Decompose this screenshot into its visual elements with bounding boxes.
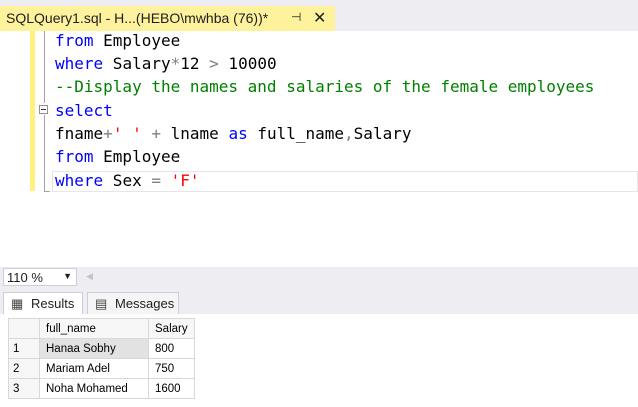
code-line[interactable]: --Display the names and salaries of the …: [55, 75, 594, 98]
code-token: ,: [344, 124, 354, 143]
row-number[interactable]: 1: [8, 338, 40, 359]
code-line[interactable]: fname+' ' + lname as full_name,Salary: [55, 122, 411, 145]
tab-results[interactable]: ▦ Results: [3, 292, 83, 314]
code-token: select: [55, 101, 113, 120]
row-number[interactable]: 2: [8, 358, 40, 379]
code-token: where: [55, 171, 104, 190]
cell-full-name[interactable]: Mariam Adel: [39, 358, 149, 379]
code-token: where: [55, 54, 104, 73]
code-token: --Display the names and salaries of the …: [55, 77, 595, 96]
editor-status-bar: 110 % ▼ ◀: [0, 267, 638, 287]
code-token: Employee: [93, 147, 181, 166]
zoom-dropdown[interactable]: 110 % ▼: [3, 268, 77, 286]
scroll-left-icon[interactable]: ◀: [86, 271, 93, 282]
cell-full-name[interactable]: Hanaa Sobhy: [39, 338, 149, 359]
messages-icon: ▤: [95, 296, 108, 311]
row-number[interactable]: 3: [8, 378, 40, 399]
column-header-salary[interactable]: Salary: [148, 318, 195, 339]
outline-guide: [44, 31, 45, 103]
sql-editor[interactable]: from Employee where Salary*12 > 10000 --…: [0, 31, 638, 267]
code-token: *: [170, 54, 181, 73]
results-grid-area: full_name Salary 1 Hanaa Sobhy 800 2 Mar…: [0, 314, 638, 407]
code-token: Employee: [93, 31, 181, 50]
tab-messages-label: Messages: [115, 296, 175, 311]
change-tracking-bar: [30, 31, 35, 191]
code-token: Sex: [103, 171, 152, 190]
row-header-corner[interactable]: [8, 318, 40, 339]
code-line[interactable]: select: [55, 99, 113, 122]
results-grid: full_name Salary 1 Hanaa Sobhy 800 2 Mar…: [8, 318, 195, 399]
chevron-down-icon: ▼: [63, 271, 72, 281]
cell-salary[interactable]: 750: [148, 358, 195, 379]
code-token: ' ': [112, 124, 142, 143]
table-row: 2 Mariam Adel 750: [8, 358, 195, 379]
code-token: =: [151, 171, 161, 190]
code-line[interactable]: where Sex = 'F': [55, 169, 200, 192]
tab-messages[interactable]: ▤ Messages: [87, 292, 179, 314]
grid-header-row: full_name Salary: [8, 318, 195, 339]
code-token: full_name: [247, 124, 345, 143]
code-token: fname: [55, 124, 104, 143]
zoom-value: 110 %: [7, 270, 43, 285]
code-token: +: [151, 124, 161, 143]
pin-icon[interactable]: ⊣: [291, 10, 301, 24]
outline-guide: [44, 115, 45, 191]
code-token: 10000: [218, 54, 277, 73]
selection-margin[interactable]: [0, 31, 30, 267]
code-line[interactable]: where Salary*12 > 10000: [55, 52, 277, 75]
code-token: +: [103, 124, 113, 143]
code-token: 'F': [170, 171, 200, 190]
cell-full-name[interactable]: Noha Mohamed: [39, 378, 149, 399]
code-token: Salary: [103, 54, 171, 73]
outline-guide-end: [44, 191, 50, 192]
collapse-icon[interactable]: [39, 105, 48, 114]
document-tab-title: SQLQuery1.sql - H...(HEBO\mwhba (76))*: [6, 10, 269, 26]
grid-icon: ▦: [11, 296, 24, 311]
code-token: 12: [180, 54, 210, 73]
code-line[interactable]: from Employee: [55, 145, 180, 168]
code-token: >: [209, 54, 219, 73]
code-token: as: [228, 124, 248, 143]
table-row: 3 Noha Mohamed 1600: [8, 378, 195, 399]
results-tab-strip: ▦ Results ▤ Messages: [0, 287, 638, 314]
tab-results-label: Results: [31, 296, 75, 311]
cell-salary[interactable]: 1600: [148, 378, 195, 399]
table-row: 1 Hanaa Sobhy 800: [8, 338, 195, 359]
close-icon[interactable]: ✕: [313, 8, 326, 28]
code-token: from: [55, 31, 94, 50]
code-token: from: [55, 147, 94, 166]
code-line[interactable]: from Employee: [55, 29, 180, 52]
code-token: lname: [161, 124, 229, 143]
document-tab-strip: SQLQuery1.sql - H...(HEBO\mwhba (76))* ⊣…: [0, 0, 638, 31]
cell-salary[interactable]: 800: [148, 338, 195, 359]
code-token: Salary: [353, 124, 412, 143]
query-document-tab[interactable]: SQLQuery1.sql - H...(HEBO\mwhba (76))* ⊣…: [0, 6, 335, 31]
column-header-full-name[interactable]: full_name: [39, 318, 149, 339]
